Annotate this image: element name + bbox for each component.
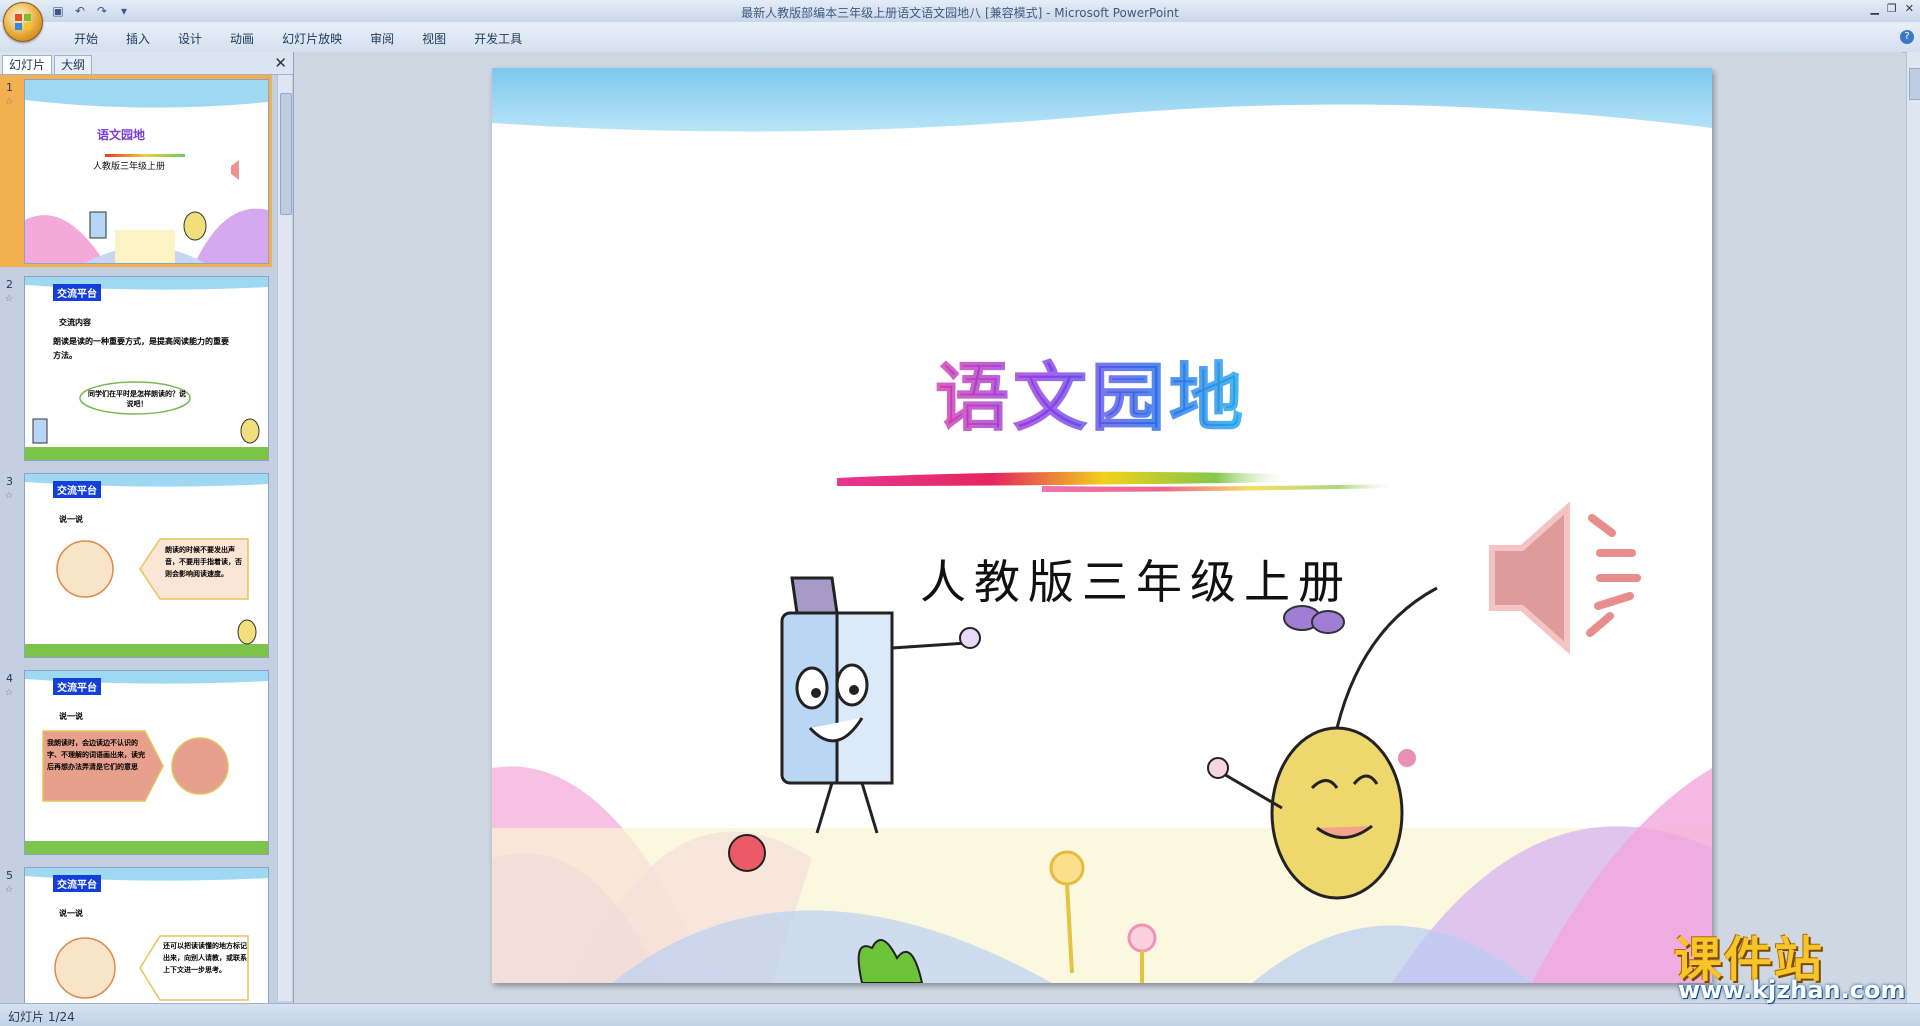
watermark-logo: 课件站 www.kjzhan.com [1668,920,1918,1005]
office-button[interactable] [3,2,43,42]
close-icon[interactable]: ✕ [1905,2,1914,15]
thumbnail-section: 说一说 [59,909,83,918]
thumbnail-section: 说一说 [59,515,83,524]
thumbnail-section: 交流内容 [59,318,91,327]
maximize-icon[interactable]: ❐ [1887,2,1897,15]
tab-developer[interactable]: 开发工具 [460,30,536,47]
thumbnail-title: 语文园地 [97,128,146,142]
book-character [780,576,981,834]
ribbon-tab-bar: 开始 插入 设计 动画 幻灯片放映 审阅 视图 开发工具 ? [0,22,1920,53]
thumbnail-preview: 语文园地 人教版三年级上册 [24,79,269,264]
animation-star-icon: ☆ [5,294,14,304]
thumbnail-preview: 交流平台 说一说 还可以把读读懂的地方标记出来，向别人请教，或联系上下文进一步思… [24,867,269,1003]
thumbnail-bubble: 同学们在平时是怎样朗读的？说说吧！ [88,390,186,408]
pane-tabs: 幻灯片 大纲 ✕ [0,52,293,75]
thumbnail-header: 交流平台 [53,284,101,301]
slides-pane: 幻灯片 大纲 ✕ 1 ☆ 语文园地 人教版三年级上册 2 ☆ 交流平台 交流内容… [0,52,294,1003]
minimize-icon[interactable]: ▁ [1870,2,1878,15]
window-title: 最新人教版部编本三年级上册语文语文园地八 [兼容模式] - Microsoft … [741,6,1179,20]
tab-slideshow[interactable]: 幻灯片放映 [268,30,356,47]
slide-canvas[interactable]: 语文园地 人教版三年级上册 [492,68,1712,983]
help-icon[interactable]: ? [1900,30,1914,44]
speaker-icon[interactable] [1482,498,1652,658]
thumbnail-body: 朗读是读的一种重要方式，是提高阅读能力的重要方法。 [53,337,229,360]
tab-view[interactable]: 视图 [408,30,460,47]
thumbnail-item[interactable]: 2 ☆ 交流平台 交流内容 朗读是读的一种重要方式，是提高阅读能力的重要方法。 … [0,272,272,464]
thumbnail-preview: 交流平台 说一说 我朗读时，会边读边不认识的字、不理解的词语画出来，读完后再想办… [24,670,269,855]
thumbnail-list: 1 ☆ 语文园地 人教版三年级上册 2 ☆ 交流平台 交流内容 朗读是读的一种重… [0,75,272,1003]
thumbnail-number: 2 [6,278,13,291]
status-bar: 幻灯片 1/24 [0,1003,1920,1026]
tab-home[interactable]: 开始 [60,30,112,47]
scrollbar-thumb[interactable] [1909,68,1920,100]
thumbnail-number: 4 [6,672,13,685]
slide-workspace: 语文园地 人教版三年级上册 [294,52,1902,1003]
tab-design[interactable]: 设计 [164,30,216,47]
thumbnail-item[interactable]: 4 ☆ 交流平台 说一说 我朗读时，会边读边不认识的字、不理解的词语画出来，读完… [0,666,272,858]
animation-star-icon: ☆ [5,885,14,895]
thumbnail-number: 1 [6,81,13,94]
slide-title: 语文园地 [935,338,1247,445]
thumbnail-header: 交流平台 [53,678,101,695]
thumbnail-header: 交流平台 [53,481,101,498]
office-logo-icon [15,14,31,30]
thumbnail-number: 3 [6,475,13,488]
thumbnail-preview: 交流平台 说一说 朗读的时候不要发出声音，不要用手指着读，否则会影响阅读速度。 [24,473,269,658]
scrollbar-thumb[interactable] [280,93,292,215]
window-controls: ▁ ❐ ✕ [1870,2,1914,15]
slide-subtitle: 人教版三年级上册 [920,555,1352,609]
thumbnail-item[interactable]: 3 ☆ 交流平台 说一说 朗读的时候不要发出声音，不要用手指着读，否则会影响阅读… [0,469,272,661]
thumbnail-scrollbar[interactable] [277,75,292,1001]
thumbnail-body: 我朗读时，会边读边不认识的字、不理解的词语画出来，读完后再想办法弄清是它们的意思 [47,739,145,771]
animation-star-icon: ☆ [5,688,14,698]
tab-insert[interactable]: 插入 [112,30,164,47]
title-bar: ▣ ↶ ↷ ▾ 最新人教版部编本三年级上册语文语文园地八 [兼容模式] - Mi… [0,0,1920,42]
slide-counter: 幻灯片 1/24 [8,1010,75,1024]
tab-review[interactable]: 审阅 [356,30,408,47]
watermark-url: www.kjzhan.com [1678,976,1906,1004]
thumbnail-item[interactable]: 5 ☆ 交流平台 说一说 还可以把读读懂的地方标记出来，向别人请教，或联系上下文… [0,863,272,1003]
tab-animations[interactable]: 动画 [216,30,268,47]
close-pane-icon[interactable]: ✕ [274,54,287,72]
tab-slides[interactable]: 幻灯片 [2,55,53,74]
thumbnail-number: 5 [6,869,13,882]
animation-star-icon: ☆ [5,97,14,107]
thumbnail-body: 朗读的时候不要发出声音，不要用手指着读，否则会影响阅读速度。 [165,546,242,578]
thumbnail-preview: 交流平台 交流内容 朗读是读的一种重要方式，是提高阅读能力的重要方法。 同学们在… [24,276,269,461]
thumbnail-subtitle: 人教版三年级上册 [93,162,166,172]
tab-outline[interactable]: 大纲 [54,55,93,74]
thumbnail-item[interactable]: 1 ☆ 语文园地 人教版三年级上册 [0,75,272,267]
animation-star-icon: ☆ [5,491,14,501]
thumbnail-section: 说一说 [59,712,83,721]
slide-scrollbar[interactable] [1906,52,1920,1003]
thumbnail-body: 还可以把读读懂的地方标记出来，向别人请教，或联系上下文进一步思考。 [163,942,247,974]
thumbnail-header: 交流平台 [53,875,101,892]
